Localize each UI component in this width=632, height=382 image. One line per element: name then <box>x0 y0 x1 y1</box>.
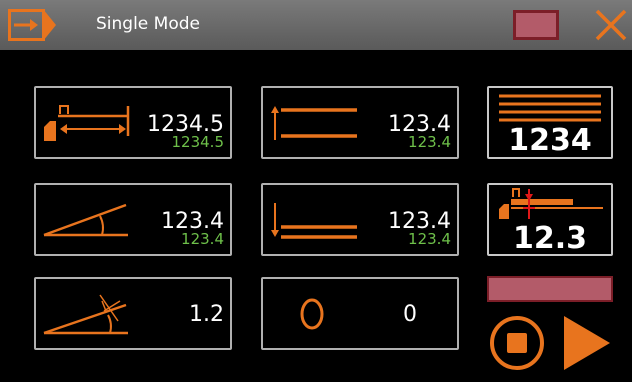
lower-limit-tile[interactable]: 123.4 123.4 <box>261 183 459 256</box>
angle-icon <box>43 203 128 237</box>
angle-actual: 123.4 <box>181 230 224 248</box>
lower-limit-icon <box>271 203 357 239</box>
lower-limit-actual: 123.4 <box>408 230 451 248</box>
page-title: Single Mode <box>96 14 200 34</box>
gauge-position-icon <box>499 188 603 219</box>
status-indicator[interactable] <box>513 10 559 40</box>
close-icon[interactable] <box>594 8 628 42</box>
stroke-count-value: 1234 <box>508 123 592 158</box>
angle-tile[interactable]: 123.4 123.4 <box>34 183 232 256</box>
play-icon[interactable] <box>560 312 614 374</box>
upper-limit-icon <box>271 106 357 140</box>
mode-arrow-icon[interactable] <box>8 9 56 41</box>
counter-tile[interactable]: 0 <box>261 277 459 350</box>
status-bar <box>487 276 613 302</box>
backgauge-icon <box>44 105 130 141</box>
counter-value: 0 <box>403 302 417 327</box>
backgauge-x-actual: 1234.5 <box>171 133 225 151</box>
angle-correction-value: 1.2 <box>189 302 224 327</box>
upper-limit-tile[interactable]: 123.4 123.4 <box>261 86 459 159</box>
gauge-position-value: 12.3 <box>512 221 588 256</box>
upper-limit-actual: 123.4 <box>408 133 451 151</box>
header-bar: Single Mode <box>0 0 632 50</box>
counter-icon <box>300 298 324 330</box>
backgauge-x-tile[interactable]: 1234.5 1234.5 <box>34 86 232 159</box>
stroke-count-tile[interactable]: 1234 <box>487 86 613 159</box>
angle-correction-tile[interactable]: 1.2 <box>34 277 232 350</box>
stop-icon[interactable] <box>488 314 546 372</box>
stroke-count-icon <box>499 94 601 122</box>
gauge-position-tile[interactable]: 12.3 <box>487 183 613 256</box>
angle-correction-icon <box>43 294 128 335</box>
